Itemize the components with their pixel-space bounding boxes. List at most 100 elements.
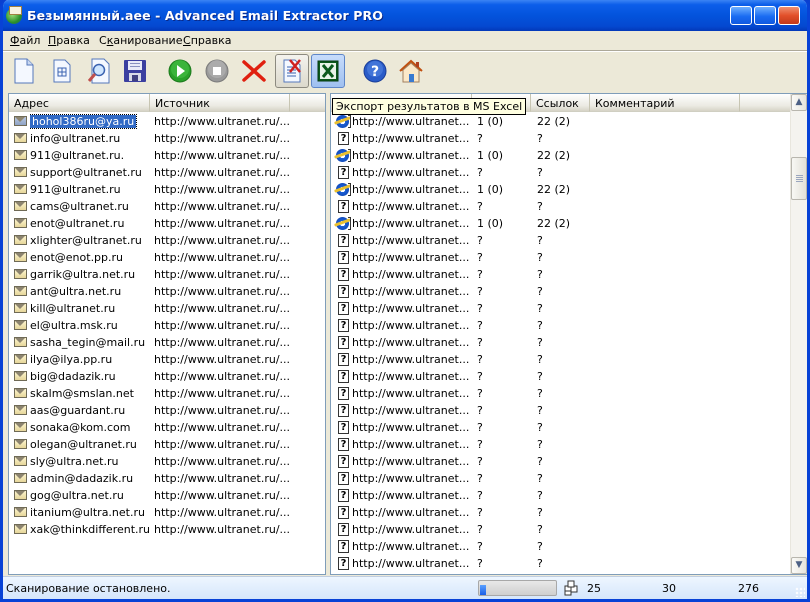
export-excel-button[interactable]: [311, 54, 345, 88]
page-links: ?: [537, 557, 543, 570]
page-row[interactable]: ? http://www.ultranet....??: [331, 317, 791, 334]
email-row[interactable]: enot@ultranet.ru http://www.ultranet.ru/.…: [9, 215, 309, 232]
help-button[interactable]: ?: [358, 54, 392, 88]
page-url: http://www.ultranet....: [352, 268, 470, 281]
email-row[interactable]: 911@ultranet.ru. http://www.ultranet.ru/.…: [9, 147, 309, 164]
envelope-icon: [14, 201, 27, 211]
vertical-scrollbar[interactable]: ▲ ▼: [790, 94, 807, 574]
email-row[interactable]: support@ultranet.ru http://www.ultranet.r…: [9, 164, 309, 181]
page-row[interactable]: ? http://www.ultranet....??: [331, 402, 791, 419]
unknown-page-icon: ?: [338, 540, 349, 553]
email-row[interactable]: itanium@ultra.net.ru http://www.ultranet.…: [9, 504, 309, 521]
page-row[interactable]: ? http://www.ultranet....??: [331, 385, 791, 402]
column-header-links[interactable]: Ссылок: [531, 94, 590, 112]
page-row[interactable]: ? http://www.ultranet....??: [331, 470, 791, 487]
email-row[interactable]: garrik@ultra.net.ru http://www.ultranet.r…: [9, 266, 309, 283]
page-row[interactable]: http://www.ultranet.... 1 (0) 22 (2): [331, 181, 791, 198]
page-row[interactable]: ? http://www.ultranet....??: [331, 249, 791, 266]
pages-icon: [564, 580, 578, 596]
emails-list[interactable]: Адрес Источник hohol386ru@ya.ru http://ww…: [8, 93, 326, 575]
email-row[interactable]: big@dadazik.ru http://www.ultranet.ru/...: [9, 368, 309, 385]
email-row[interactable]: ant@ultra.net.ru http://www.ultranet.ru/.…: [9, 283, 309, 300]
email-row[interactable]: xlighter@ultranet.ru http://www.ultranet.…: [9, 232, 309, 249]
email-row[interactable]: aas@guardant.ru http://www.ultranet.ru/..…: [9, 402, 309, 419]
email-row[interactable]: gog@ultra.net.ru http://www.ultranet.ru/.…: [9, 487, 309, 504]
page-row[interactable]: ? http://www.ultranet....??: [331, 351, 791, 368]
open-button[interactable]: [45, 54, 79, 88]
minimize-button[interactable]: [730, 6, 752, 25]
page-row[interactable]: ? http://www.ultranet....??: [331, 504, 791, 521]
email-row[interactable]: sly@ultra.net.ru http://www.ultranet.ru/.…: [9, 453, 309, 470]
page-links: ?: [537, 455, 543, 468]
page-emails: ?: [477, 523, 483, 536]
page-row[interactable]: ? http://www.ultranet....??: [331, 487, 791, 504]
email-row[interactable]: sonaka@kom.com http://www.ultranet.ru/...: [9, 419, 309, 436]
menu-file[interactable]: Файл: [10, 34, 40, 47]
email-row[interactable]: skalm@smslan.net http://www.ultranet.ru/.…: [9, 385, 309, 402]
email-row[interactable]: ilya@ilya.pp.ru http://www.ultranet.ru/..…: [9, 351, 309, 368]
email-row[interactable]: admin@dadazik.ru http://www.ultranet.ru/.…: [9, 470, 309, 487]
scroll-thumb[interactable]: [791, 157, 807, 200]
save-button[interactable]: [118, 54, 152, 88]
email-row[interactable]: kill@ultranet.ru http://www.ultranet.ru/.…: [9, 300, 309, 317]
page-row[interactable]: ? http://www.ultranet....??: [331, 300, 791, 317]
page-row[interactable]: ? http://www.ultranet....??: [331, 453, 791, 470]
menu-scan[interactable]: Сканирование: [99, 34, 182, 47]
envelope-icon: [14, 303, 27, 313]
menu-edit[interactable]: Правка: [48, 34, 90, 47]
find-button[interactable]: [82, 54, 116, 88]
page-url: http://www.ultranet....: [352, 557, 470, 570]
email-row[interactable]: xak@thinkdifferent.ru http://www.ultranet…: [9, 521, 309, 538]
page-row[interactable]: ? http://www.ultranet....??: [331, 368, 791, 385]
scroll-down-button[interactable]: ▼: [791, 557, 807, 574]
page-row[interactable]: ? http://www.ultranet....??: [331, 538, 791, 555]
red-x-icon: [242, 60, 266, 82]
page-row[interactable]: ? http://www.ultranet....??: [331, 130, 791, 147]
column-header-source[interactable]: Источник: [150, 94, 290, 112]
page-row[interactable]: ? http://www.ultranet....??: [331, 283, 791, 300]
column-header-address[interactable]: Адрес: [9, 94, 150, 112]
stop-button[interactable]: [200, 54, 234, 88]
title-bar[interactable]: Безымянный.aee - Advanced Email Extracto…: [3, 0, 807, 31]
email-row[interactable]: info@ultranet.ru http://www.ultranet.ru/.…: [9, 130, 309, 147]
new-button[interactable]: [7, 54, 41, 88]
email-row[interactable]: enot@enot.pp.ru http://www.ultranet.ru/..…: [9, 249, 309, 266]
page-row[interactable]: http://www.ultranet.... 1 (0) 22 (2): [331, 215, 791, 232]
email-row[interactable]: cams@ultranet.ru http://www.ultranet.ru/.…: [9, 198, 309, 215]
page-row[interactable]: ? http://www.ultranet....??: [331, 334, 791, 351]
pages-list[interactable]: Страница Адресов Ссылок Комментарий http…: [330, 93, 807, 575]
page-row[interactable]: ? http://www.ultranet....??: [331, 232, 791, 249]
email-row[interactable]: 911@ultranet.ru http://www.ultranet.ru/..…: [9, 181, 309, 198]
page-row[interactable]: http://www.ultranet.... 1 (0) 22 (2): [331, 113, 791, 130]
unknown-page-icon: ?: [338, 234, 349, 247]
page-row[interactable]: ? http://www.ultranet....??: [331, 266, 791, 283]
page-row[interactable]: ? http://www.ultranet....??: [331, 521, 791, 538]
page-row[interactable]: ? http://www.ultranet....??: [331, 198, 791, 215]
column-header-empty[interactable]: [290, 94, 325, 112]
emails-count: 25: [587, 582, 601, 595]
email-row[interactable]: el@ultra.msk.ru http://www.ultranet.ru/..…: [9, 317, 309, 334]
email-row[interactable]: olegan@ultranet.ru http://www.ultranet.ru…: [9, 436, 309, 453]
start-button[interactable]: [163, 54, 197, 88]
scroll-up-button[interactable]: ▲: [791, 94, 807, 111]
app-icon[interactable]: [6, 6, 22, 24]
resize-grip[interactable]: [795, 587, 805, 597]
page-row[interactable]: ? http://www.ultranet....??: [331, 436, 791, 453]
page-row[interactable]: ? http://www.ultranet....??: [331, 555, 791, 572]
page-row[interactable]: http://www.ultranet.... 1 (0) 22 (2): [331, 147, 791, 164]
column-header-comment[interactable]: Комментарий: [590, 94, 740, 112]
maximize-button[interactable]: [754, 6, 776, 25]
email-address: el@ultra.msk.ru: [30, 319, 118, 332]
page-row[interactable]: ? http://www.ultranet....??: [331, 164, 791, 181]
menu-help[interactable]: Справка: [183, 34, 231, 47]
home-button[interactable]: [394, 54, 428, 88]
clear-results-button[interactable]: [275, 54, 309, 88]
delete-button[interactable]: [237, 54, 271, 88]
email-row[interactable]: sasha_tegin@mail.ru http://www.ultranet.r…: [9, 334, 309, 351]
page-row[interactable]: ? http://www.ultranet....??: [331, 419, 791, 436]
email-row[interactable]: hohol386ru@ya.ru http://www.ultranet.ru/.…: [9, 113, 309, 130]
close-button[interactable]: [778, 6, 800, 25]
unknown-page-icon: ?: [338, 506, 349, 519]
page-url: http://www.ultranet....: [352, 115, 470, 128]
email-address: garrik@ultra.net.ru: [30, 268, 136, 281]
